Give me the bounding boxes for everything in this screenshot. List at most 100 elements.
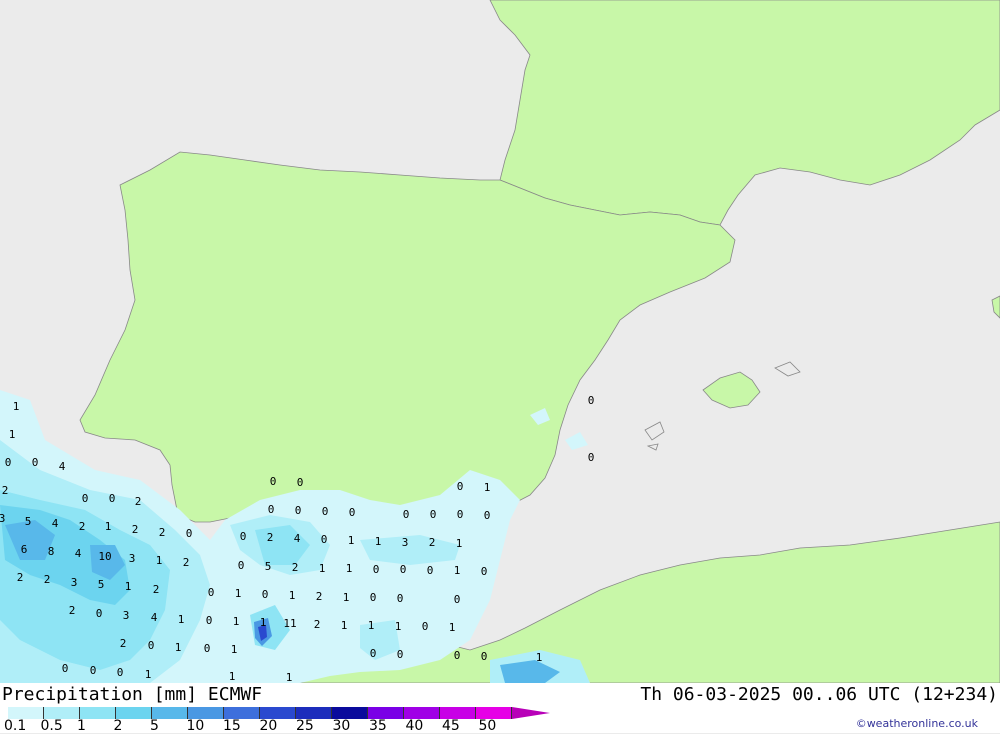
value-label: 6 xyxy=(21,543,28,556)
value-label: 0 xyxy=(397,592,404,605)
value-label: 5 xyxy=(265,560,272,573)
value-label: 0 xyxy=(204,642,211,655)
value-label: 0 xyxy=(32,456,39,469)
value-label: 1 xyxy=(235,587,242,600)
precipitation-map: 1 1 0 0 4 2 0 0 2 3 5 4 2 1 2 2 0 6 8 4 … xyxy=(0,0,1000,733)
value-label: 1 xyxy=(125,580,132,593)
value-label: 0 xyxy=(117,666,124,679)
value-label: 0 xyxy=(370,591,377,604)
value-label: 1 xyxy=(346,562,353,575)
value-label: 0 xyxy=(297,476,304,489)
value-label: 1 xyxy=(178,613,185,626)
value-label: 0 xyxy=(481,565,488,578)
value-label: 0 xyxy=(321,533,328,546)
value-label: 0 xyxy=(90,664,97,677)
value-label: 1 xyxy=(395,620,402,633)
value-label: 1 xyxy=(229,670,236,683)
value-label: 1 xyxy=(289,589,296,602)
value-label: 0 xyxy=(484,509,491,522)
scale-label: 15 xyxy=(223,718,241,734)
value-label: 0 xyxy=(109,492,116,505)
value-label: 1 xyxy=(175,641,182,654)
value-label: 2 xyxy=(159,526,166,539)
value-label: 2 xyxy=(17,571,24,584)
value-label: 1 xyxy=(105,520,112,533)
value-label: 0 xyxy=(430,508,437,521)
value-label: 2 xyxy=(69,604,76,617)
value-label: 1 xyxy=(536,651,543,664)
value-label: 2 xyxy=(153,583,160,596)
scale-label: 30 xyxy=(332,718,351,734)
scale-label: 0.1 xyxy=(4,718,27,734)
value-label: 0 xyxy=(400,563,407,576)
value-label: 3 xyxy=(0,512,5,525)
value-label: 4 xyxy=(75,547,82,560)
value-label: 0 xyxy=(427,564,434,577)
value-label: 0 xyxy=(5,456,12,469)
value-label: 2 xyxy=(314,618,321,631)
value-label: 1 xyxy=(9,428,16,441)
value-label: 0 xyxy=(588,451,595,464)
value-label: 0 xyxy=(457,480,464,493)
value-label: 2 xyxy=(132,523,139,536)
value-label: 4 xyxy=(294,532,301,545)
value-label: 0 xyxy=(148,639,155,652)
scale-label: 45 xyxy=(442,718,460,734)
value-label: 1 xyxy=(484,481,491,494)
value-label: 0 xyxy=(481,650,488,663)
value-label: 0 xyxy=(238,559,245,572)
forecast-time: Th 06-03-2025 00..06 UTC (12+234) xyxy=(640,684,998,705)
value-label: 3 xyxy=(402,536,409,549)
value-label: 0 xyxy=(62,662,69,675)
value-label: 0 xyxy=(422,620,429,633)
scale-label: 35 xyxy=(369,718,387,734)
value-label: 0 xyxy=(454,593,461,606)
value-label: 1 xyxy=(449,621,456,634)
value-label: 2 xyxy=(183,556,190,569)
value-label: 2 xyxy=(79,520,86,533)
value-label: 1 xyxy=(145,668,152,681)
value-label: 2 xyxy=(267,531,274,544)
value-label: 1 xyxy=(156,554,163,567)
value-label: 0 xyxy=(295,504,302,517)
value-label: 0 xyxy=(370,647,377,660)
value-label: 1 xyxy=(319,562,326,575)
value-label: 3 xyxy=(71,576,78,589)
value-label: 0 xyxy=(322,505,329,518)
value-label: 2 xyxy=(2,484,9,497)
value-label: 0 xyxy=(208,586,215,599)
value-label: 1 xyxy=(348,534,355,547)
value-label: 1 xyxy=(375,535,382,548)
value-label: 10 xyxy=(98,550,111,563)
value-label: 1 xyxy=(456,537,463,550)
value-label: 0 xyxy=(206,614,213,627)
scale-label: 2 xyxy=(113,718,123,734)
credit-link[interactable]: ©weatheronline.co.uk xyxy=(856,717,978,730)
value-label: 0 xyxy=(268,503,275,516)
value-label: 4 xyxy=(151,611,158,624)
value-label: 0 xyxy=(96,607,103,620)
scale-label: 40 xyxy=(405,718,424,734)
value-label: 11 xyxy=(283,617,296,630)
value-label: 4 xyxy=(59,460,66,473)
value-label: 1 xyxy=(341,619,348,632)
value-label: 2 xyxy=(120,637,127,650)
value-label: 2 xyxy=(316,590,323,603)
scale-label: 0.5 xyxy=(40,718,63,734)
value-label: 0 xyxy=(588,394,595,407)
value-label: 1 xyxy=(260,616,267,629)
scale-label: 10 xyxy=(186,718,205,734)
value-label: 1 xyxy=(343,591,350,604)
value-label: 1 xyxy=(454,564,461,577)
value-label: 1 xyxy=(368,619,375,632)
value-label: 0 xyxy=(270,475,277,488)
value-label: 2 xyxy=(292,561,299,574)
value-label: 4 xyxy=(52,517,59,530)
scale-label: 1 xyxy=(77,718,86,734)
value-label: 3 xyxy=(129,552,136,565)
value-label: 0 xyxy=(454,649,461,662)
map-title: Precipitation [mm] ECMWF xyxy=(2,684,263,705)
value-label: 0 xyxy=(82,492,89,505)
value-label: 0 xyxy=(457,508,464,521)
value-label: 0 xyxy=(373,563,380,576)
